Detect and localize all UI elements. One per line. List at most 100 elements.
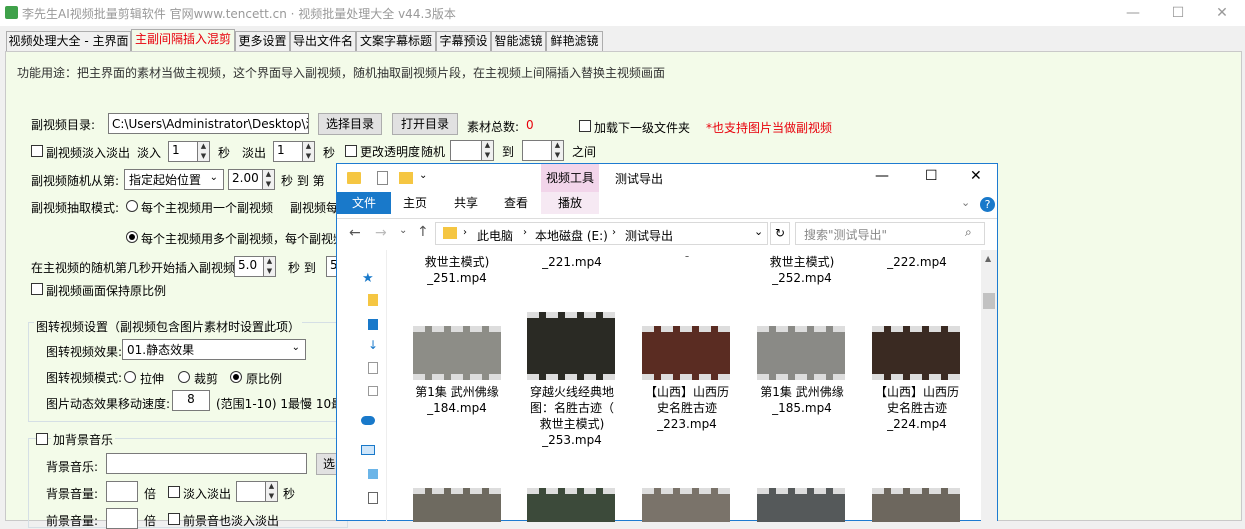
new-folder-icon[interactable]: [399, 172, 413, 184]
img-effect-select[interactable]: 01.静态效果 ⌄: [122, 339, 306, 360]
bgm-fade-input[interactable]: [236, 481, 266, 502]
file-item[interactable]: 第1集 武州佛缘 _184.mp4: [407, 384, 507, 416]
forward-icon[interactable]: →: [375, 225, 387, 241]
close-button[interactable]: ✕: [1199, 0, 1245, 26]
back-icon[interactable]: ←: [349, 225, 361, 241]
tab-subtitle-preset[interactable]: 字幕预设: [436, 31, 491, 51]
video-thumbnail[interactable]: [527, 312, 615, 380]
ribbon-tab-file[interactable]: 文件: [337, 192, 391, 214]
video-thumbnail[interactable]: [872, 488, 960, 522]
path-folder[interactable]: 测试导出: [625, 227, 673, 244]
mode1-radio[interactable]: [126, 200, 138, 212]
minimize-button[interactable]: —: [1110, 0, 1156, 26]
refresh-icon[interactable]: ↻: [770, 222, 790, 245]
video-thumbnail[interactable]: [642, 326, 730, 380]
document-icon[interactable]: [368, 362, 378, 374]
insert-input[interactable]: 5.0: [234, 256, 264, 277]
bgm-vol-input[interactable]: [106, 481, 138, 502]
tab-export-filename[interactable]: 导出文件名: [290, 31, 356, 51]
scroll-thumb[interactable]: [983, 293, 995, 309]
tab-main[interactable]: 视频处理大全 - 主界面: [6, 31, 131, 51]
ribbon-tab-view[interactable]: 查看: [493, 192, 539, 214]
insert-spinner[interactable]: ▲ ▼: [264, 256, 276, 277]
tab-vivid-filter[interactable]: 鲜艳滤镜: [546, 31, 603, 51]
explorer-close-button[interactable]: ✕: [970, 168, 982, 184]
address-dropdown-icon[interactable]: ⌄: [754, 225, 763, 238]
fade-out-input[interactable]: 1: [273, 141, 303, 162]
download-icon[interactable]: ↓: [368, 338, 378, 352]
start-input[interactable]: 2.00: [228, 169, 263, 190]
fade-out-spinner[interactable]: ▲ ▼: [303, 141, 315, 162]
ribbon-tab-share[interactable]: 共享: [443, 192, 489, 214]
file-item[interactable]: _221.mp4: [522, 254, 622, 270]
start-pos-select[interactable]: 指定起始位置 ⌄: [124, 169, 224, 190]
scroll-up-icon[interactable]: ▲: [985, 254, 991, 263]
open-dir-button[interactable]: 打开目录: [392, 113, 458, 135]
keep-ratio-checkbox[interactable]: [31, 283, 43, 295]
video-thumbnail[interactable]: [642, 488, 730, 522]
video-thumbnail[interactable]: [413, 488, 501, 522]
opacity-to-spinner[interactable]: ▲ ▼: [552, 140, 564, 161]
opacity-from-input[interactable]: [450, 140, 482, 161]
file-item[interactable]: 救世主模式) _252.mp4: [752, 254, 852, 286]
original-radio[interactable]: [230, 371, 242, 383]
search-input[interactable]: 搜索"测试导出": [795, 222, 985, 245]
fade-checkbox[interactable]: [31, 145, 43, 157]
video-thumbnail[interactable]: [872, 326, 960, 380]
path-this-pc[interactable]: 此电脑: [477, 227, 513, 244]
opacity-checkbox[interactable]: [345, 145, 357, 157]
file-item[interactable]: 【山西】山西历 史名胜古迹 _223.mp4: [637, 384, 737, 432]
tab-interval-insert[interactable]: 主副间隔插入混剪: [131, 29, 235, 52]
tab-smart-filter[interactable]: 智能滤镜: [491, 31, 546, 51]
file-item[interactable]: 第1集 武州佛缘 _185.mp4: [752, 384, 852, 416]
img-speed-input[interactable]: 8: [172, 390, 210, 411]
ribbon-expand-icon[interactable]: ⌄: [961, 196, 970, 209]
this-pc-icon[interactable]: [361, 445, 375, 455]
nav-item-icon[interactable]: [368, 492, 378, 504]
properties-icon[interactable]: [377, 171, 388, 185]
bgm-input[interactable]: [106, 453, 307, 474]
video-thumbnail[interactable]: [757, 326, 845, 380]
opacity-to-input[interactable]: [522, 140, 552, 161]
help-icon[interactable]: ?: [980, 197, 995, 212]
choose-dir-button[interactable]: 选择目录: [318, 113, 382, 135]
folder-icon[interactable]: [368, 294, 378, 306]
maximize-button[interactable]: ☐: [1155, 0, 1201, 26]
video-thumbnail[interactable]: [757, 488, 845, 522]
file-item[interactable]: 穿越火线经典地 图：名胜古迹（ 救世主模式) _253.mp4: [522, 384, 622, 448]
file-item[interactable]: _222.mp4: [867, 254, 967, 270]
video-thumbnail[interactable]: [527, 488, 615, 522]
fg-vol-input[interactable]: [106, 508, 138, 529]
mode2-radio[interactable]: [126, 231, 138, 243]
file-item[interactable]: 救世主模式) _251.mp4: [407, 254, 507, 286]
load-subfolder-checkbox[interactable]: [579, 120, 591, 132]
explorer-maximize-button[interactable]: ☐: [925, 168, 938, 184]
file-item[interactable]: -: [637, 248, 737, 264]
quick-access-icon[interactable]: ★: [362, 271, 374, 286]
fade-in-spinner[interactable]: ▲ ▼: [198, 141, 210, 162]
onedrive-icon[interactable]: [361, 416, 375, 425]
fg-fade-checkbox[interactable]: [168, 513, 180, 525]
up-icon[interactable]: ↑: [417, 224, 429, 240]
bgm-fade-spinner[interactable]: ▲ ▼: [266, 481, 278, 502]
file-item[interactable]: 【山西】山西历 史名胜古迹 _224.mp4: [867, 384, 967, 432]
stretch-radio[interactable]: [124, 371, 136, 383]
desktop-icon[interactable]: [368, 319, 378, 330]
video-thumbnail[interactable]: [413, 326, 501, 380]
tab-more-settings[interactable]: 更多设置: [235, 31, 290, 51]
ribbon-tab-home[interactable]: 主页: [392, 192, 438, 214]
bgm-checkbox[interactable]: [36, 433, 48, 445]
video-tools-tab[interactable]: 视频工具: [541, 164, 599, 192]
scrollbar[interactable]: [981, 250, 997, 522]
ribbon-tab-play[interactable]: 播放: [541, 192, 599, 214]
dropdown-icon[interactable]: ⌄: [419, 170, 427, 181]
path-drive[interactable]: 本地磁盘 (E:): [535, 227, 608, 244]
opacity-from-spinner[interactable]: ▲ ▼: [482, 140, 494, 161]
explorer-minimize-button[interactable]: —: [875, 168, 889, 184]
nav-item-icon[interactable]: [368, 469, 378, 479]
tab-subtitle-title[interactable]: 文案字幕标题: [356, 31, 436, 51]
sub-dir-input[interactable]: C:\Users\Administrator\Desktop\演示: [108, 113, 309, 134]
crop-radio[interactable]: [178, 371, 190, 383]
bgm-fade-checkbox[interactable]: [168, 486, 180, 498]
start-spinner[interactable]: ▲ ▼: [263, 169, 275, 190]
